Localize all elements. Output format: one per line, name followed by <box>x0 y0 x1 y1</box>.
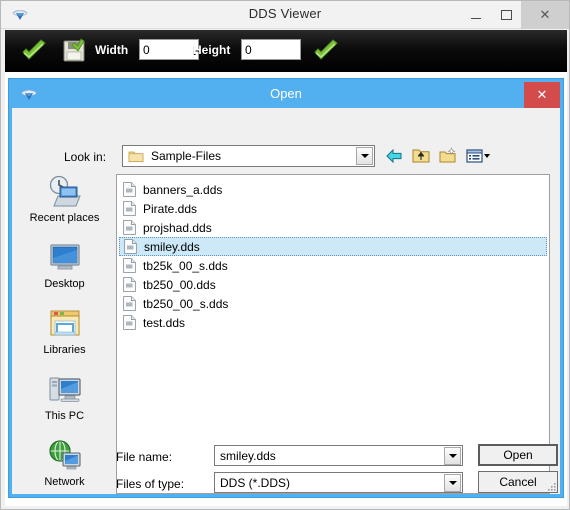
file-icon <box>123 315 136 330</box>
green-check-icon[interactable] <box>311 36 341 66</box>
main-titlebar: DDS Viewer ✕ <box>1 1 569 29</box>
list-item[interactable]: test.dds <box>119 313 547 332</box>
save-disk-icon[interactable] <box>59 36 89 66</box>
dialog-title: Open <box>270 86 302 101</box>
minimize-button[interactable] <box>461 1 491 29</box>
sidebar-item-desktop[interactable]: Desktop <box>22 240 107 300</box>
this-pc-icon <box>46 372 84 408</box>
file-name: tb250_00_s.dds <box>143 296 229 311</box>
list-item-selected[interactable]: smiley.dds <box>119 237 547 256</box>
resize-grip[interactable] <box>545 480 557 492</box>
file-name: Pirate.dds <box>143 201 198 216</box>
libraries-icon <box>46 306 84 342</box>
sidebar-item-this-pc[interactable]: This PC <box>22 372 107 432</box>
dialog-titlebar: Open ✕ <box>12 82 560 108</box>
dialog-body: Look in: Sample-Files Recent places Desk… <box>12 108 560 494</box>
sidebar-item-network[interactable]: Network <box>22 438 107 498</box>
sidebar-item-label: Libraries <box>43 344 86 356</box>
list-item[interactable]: tb250_00_s.dds <box>119 294 547 313</box>
open-dialog: Open ✕ Look in: Sample-Files Recent plac… <box>9 79 563 497</box>
file-icon <box>123 220 136 235</box>
file-name: tb25k_00_s.dds <box>143 258 228 273</box>
list-item[interactable]: Pirate.dds <box>119 199 547 218</box>
maximize-button[interactable] <box>491 1 521 29</box>
sidebar-item-label: This PC <box>44 410 85 422</box>
list-item[interactable]: projshad.dds <box>119 218 547 237</box>
up-folder-icon[interactable] <box>411 146 431 166</box>
filetype-combobox[interactable]: DDS (*.DDS) <box>214 472 463 493</box>
list-item[interactable]: banners_a.dds <box>119 180 547 199</box>
filetype-value: DDS (*.DDS) <box>220 476 291 490</box>
filename-combobox[interactable]: smiley.dds <box>214 445 463 466</box>
new-folder-icon[interactable] <box>438 146 458 166</box>
open-check-icon[interactable] <box>19 36 49 66</box>
lookin-combobox[interactable]: Sample-Files <box>122 145 375 167</box>
views-icon[interactable] <box>465 146 490 166</box>
window-controls: ✕ <box>461 1 569 29</box>
file-name: tb250_00.dds <box>143 277 216 292</box>
folder-icon <box>128 149 144 163</box>
filename-value: smiley.dds <box>220 449 276 463</box>
places-sidebar: Recent places Desktop Libraries This PC … <box>22 174 107 494</box>
chevron-down-icon[interactable] <box>356 147 373 165</box>
file-name: banners_a.dds <box>143 182 223 197</box>
sidebar-item-recent-places[interactable]: Recent places <box>22 174 107 234</box>
list-item[interactable]: tb250_00.dds <box>119 275 547 294</box>
open-button[interactable]: Open <box>478 444 558 466</box>
sidebar-item-libraries[interactable]: Libraries <box>22 306 107 366</box>
sidebar-item-label: Network <box>44 476 85 488</box>
file-name: smiley.dds <box>144 239 200 254</box>
width-input[interactable] <box>139 39 199 60</box>
height-input[interactable] <box>241 39 301 60</box>
lookin-value: Sample-Files <box>151 149 222 163</box>
filetype-label: Files of type: <box>116 477 185 491</box>
dialog-close-button[interactable]: ✕ <box>524 82 560 108</box>
file-name: test.dds <box>143 315 186 330</box>
file-icon <box>124 239 137 254</box>
height-label: Height <box>193 43 231 57</box>
chevron-down-icon[interactable] <box>444 447 461 465</box>
recent-places-icon <box>46 174 84 210</box>
dialog-nav-toolbar <box>384 144 490 168</box>
file-icon <box>123 258 136 273</box>
back-icon[interactable] <box>384 146 404 166</box>
network-icon <box>46 438 84 474</box>
file-icon <box>123 201 136 216</box>
dds-viewer-window: DDS Viewer ✕ Width 0 Height 0 Open ✕ Loo… <box>0 0 570 510</box>
sidebar-item-label: Desktop <box>44 278 85 290</box>
list-item[interactable]: tb25k_00_s.dds <box>119 256 547 275</box>
app-toolbar: Width Height <box>5 30 567 72</box>
filename-label: File name: <box>116 450 173 464</box>
width-label: Width <box>95 43 129 57</box>
close-button[interactable]: ✕ <box>521 1 569 29</box>
file-icon <box>123 296 136 311</box>
file-icon <box>123 182 136 197</box>
file-name: projshad.dds <box>143 220 212 235</box>
file-icon <box>123 277 136 292</box>
desktop-icon <box>46 240 84 276</box>
sidebar-item-label: Recent places <box>29 212 100 224</box>
chevron-down-icon[interactable] <box>444 474 461 492</box>
lookin-label: Look in: <box>64 150 107 164</box>
